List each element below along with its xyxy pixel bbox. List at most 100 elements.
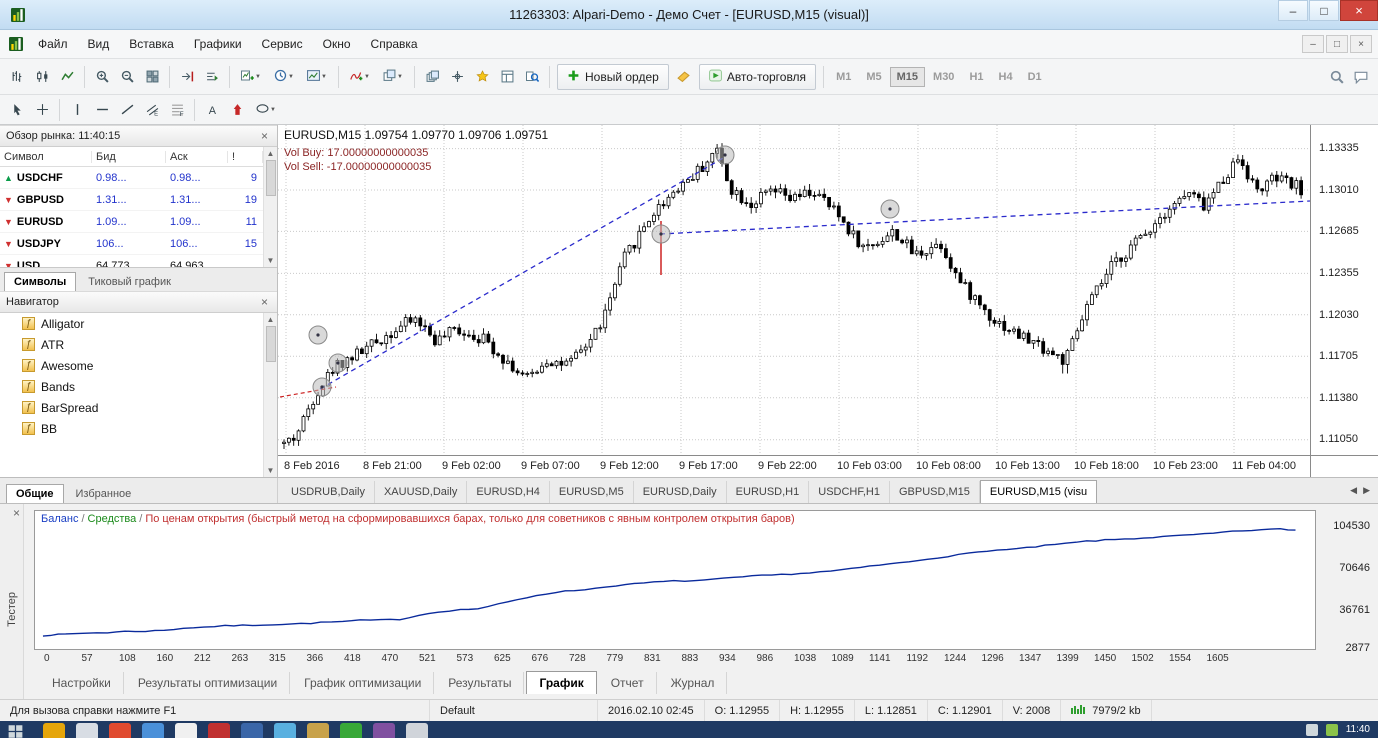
- tabs-scroll-right-icon[interactable]: ▶: [1363, 485, 1370, 496]
- chart-tab-eurusd-h4[interactable]: EURUSD,H4: [467, 481, 550, 503]
- column-symbol[interactable]: Символ: [0, 151, 92, 163]
- autotrade-button[interactable]: Авто-торговля: [699, 64, 816, 90]
- crosshair-tool-icon[interactable]: [30, 98, 54, 122]
- chart-tab-eurusd-m15-visual[interactable]: EURUSD,M15 (visu: [980, 480, 1097, 503]
- horizontal-line-tool-icon[interactable]: [90, 98, 114, 122]
- price-chart[interactable]: EURUSD,M15 1.09754 1.09770 1.09706 1.097…: [278, 125, 1310, 455]
- auto-scroll-icon[interactable]: [200, 65, 224, 89]
- taskbar-app-icon[interactable]: [274, 723, 296, 738]
- tab-tick-chart[interactable]: Тиковый график: [78, 272, 181, 291]
- menu-charts[interactable]: Графики: [184, 32, 252, 56]
- mdi-close-button[interactable]: ×: [1350, 35, 1372, 53]
- tabs-scroll-left-icon[interactable]: ◀: [1350, 485, 1357, 496]
- window-layout-button[interactable]: ▼: [377, 65, 409, 89]
- new-order-button[interactable]: Новый ордер: [557, 64, 669, 90]
- timeframe-h4[interactable]: H4: [992, 67, 1020, 87]
- navigator-item-barspread[interactable]: ƒBarSpread: [0, 397, 263, 418]
- chart-tab-usdrub-daily[interactable]: USDRUB,Daily: [282, 481, 375, 503]
- tray-icon[interactable]: [1306, 724, 1318, 736]
- taskbar-app-icon[interactable]: [175, 723, 197, 738]
- taskbar-app-icon[interactable]: [373, 723, 395, 738]
- tab-settings[interactable]: Настройки: [40, 672, 124, 694]
- timeframe-m15[interactable]: M15: [890, 67, 925, 87]
- candlestick-mode-icon[interactable]: [30, 65, 54, 89]
- market-row-gbpusd[interactable]: ▼GBPUSD 1.31... 1.31... 19: [0, 189, 263, 211]
- close-button[interactable]: ×: [1340, 0, 1378, 21]
- taskbar-app-icon[interactable]: [142, 723, 164, 738]
- menu-window[interactable]: Окно: [313, 32, 361, 56]
- new-chart-button[interactable]: ▼: [235, 65, 267, 89]
- menu-tools[interactable]: Сервис: [252, 32, 313, 56]
- taskbar-app-icon[interactable]: [43, 723, 65, 738]
- taskbar-app-icon[interactable]: [76, 723, 98, 738]
- fibonacci-tool-icon[interactable]: F: [165, 98, 189, 122]
- chart-shift-icon[interactable]: [175, 65, 199, 89]
- zoom-in-icon[interactable]: [90, 65, 114, 89]
- timeframe-m1[interactable]: M1: [829, 67, 858, 87]
- mdi-minimize-button[interactable]: –: [1302, 35, 1324, 53]
- tab-optimization-graph[interactable]: График оптимизации: [292, 672, 434, 694]
- market-row-usdjpy[interactable]: ▼USDJPY 106... 106... 15: [0, 233, 263, 255]
- column-spread[interactable]: !: [228, 151, 263, 163]
- status-profile[interactable]: Default: [430, 700, 598, 721]
- search-icon[interactable]: [1325, 65, 1349, 89]
- taskbar-app-icon[interactable]: [109, 723, 131, 738]
- chart-tab-usdchf-h1[interactable]: USDCHF,H1: [809, 481, 890, 503]
- tab-symbols[interactable]: Символы: [4, 272, 76, 291]
- chart-tab-eurusd-h1[interactable]: EURUSD,H1: [727, 481, 810, 503]
- market-row-usd[interactable]: ▼USD... 64.773 64.963: [0, 255, 263, 267]
- data-window-icon[interactable]: [495, 65, 519, 89]
- navigator-item-bands[interactable]: ƒBands: [0, 376, 263, 397]
- taskbar-app-icon[interactable]: [208, 723, 230, 738]
- taskbar-app-icon[interactable]: [406, 723, 428, 738]
- navigator-scrollbar[interactable]: ▲ ▼: [263, 313, 277, 477]
- trendline-tool-icon[interactable]: [115, 98, 139, 122]
- menu-insert[interactable]: Вставка: [119, 32, 184, 56]
- zoom-out-icon[interactable]: [115, 65, 139, 89]
- tab-results[interactable]: Результаты: [436, 672, 524, 694]
- tab-favorites[interactable]: Избранное: [66, 484, 142, 503]
- chart-tab-eurusd-daily[interactable]: EURUSD,Daily: [634, 481, 727, 503]
- vertical-line-tool-icon[interactable]: [65, 98, 89, 122]
- scroll-down-icon[interactable]: ▼: [267, 464, 275, 477]
- tab-graph[interactable]: График: [526, 671, 596, 694]
- bar-chart-mode-icon[interactable]: [5, 65, 29, 89]
- timeframe-m5[interactable]: M5: [859, 67, 888, 87]
- chart-tab-xauusd-daily[interactable]: XAUUSD,Daily: [375, 481, 467, 503]
- column-bid[interactable]: Бид: [92, 151, 166, 163]
- channel-tool-icon[interactable]: E: [140, 98, 164, 122]
- navigator-item-atr[interactable]: ƒATR: [0, 334, 263, 355]
- taskbar-app-icon[interactable]: [241, 723, 263, 738]
- balance-chart[interactable]: Баланс/Средства/По ценам открытия (быстр…: [34, 510, 1316, 650]
- tray-icon[interactable]: [1326, 724, 1338, 736]
- menu-help[interactable]: Справка: [361, 32, 428, 56]
- taskbar-app-icon[interactable]: [307, 723, 329, 738]
- quick-trade-icon[interactable]: [672, 65, 696, 89]
- indicators-button[interactable]: ▼: [344, 65, 376, 89]
- menu-view[interactable]: Вид: [78, 32, 120, 56]
- shapes-tool-button[interactable]: ▼: [250, 98, 282, 122]
- chat-icon[interactable]: [1349, 65, 1373, 89]
- market-watch-scrollbar[interactable]: ▲ ▼: [263, 147, 277, 267]
- menu-file[interactable]: Файл: [28, 32, 78, 56]
- scroll-up-icon[interactable]: ▲: [267, 313, 275, 326]
- chart-tab-gbpusd-m15[interactable]: GBPUSD,M15: [890, 481, 980, 503]
- templates-button[interactable]: ▼: [301, 65, 333, 89]
- taskbar-app-icon[interactable]: [340, 723, 362, 738]
- timeframe-m30[interactable]: M30: [926, 67, 961, 87]
- tab-optimization-results[interactable]: Результаты оптимизации: [126, 672, 290, 694]
- scroll-up-icon[interactable]: ▲: [267, 147, 275, 160]
- mdi-restore-button[interactable]: □: [1326, 35, 1348, 53]
- start-button[interactable]: [8, 723, 32, 738]
- line-chart-mode-icon[interactable]: [55, 65, 79, 89]
- market-row-eurusd[interactable]: ▼EURUSD 1.09... 1.09... 11: [0, 211, 263, 233]
- close-icon[interactable]: ×: [10, 506, 23, 520]
- column-ask[interactable]: Аск: [166, 151, 228, 163]
- scroll-down-icon[interactable]: ▼: [267, 254, 275, 267]
- navigator-item-alligator[interactable]: ƒAlligator: [0, 313, 263, 334]
- timeframe-h1[interactable]: H1: [962, 67, 990, 87]
- favorites-star-icon[interactable]: [470, 65, 494, 89]
- periods-button[interactable]: ▼: [268, 65, 300, 89]
- strategy-tester-icon[interactable]: [520, 65, 544, 89]
- chart-tab-eurusd-m5[interactable]: EURUSD,M5: [550, 481, 634, 503]
